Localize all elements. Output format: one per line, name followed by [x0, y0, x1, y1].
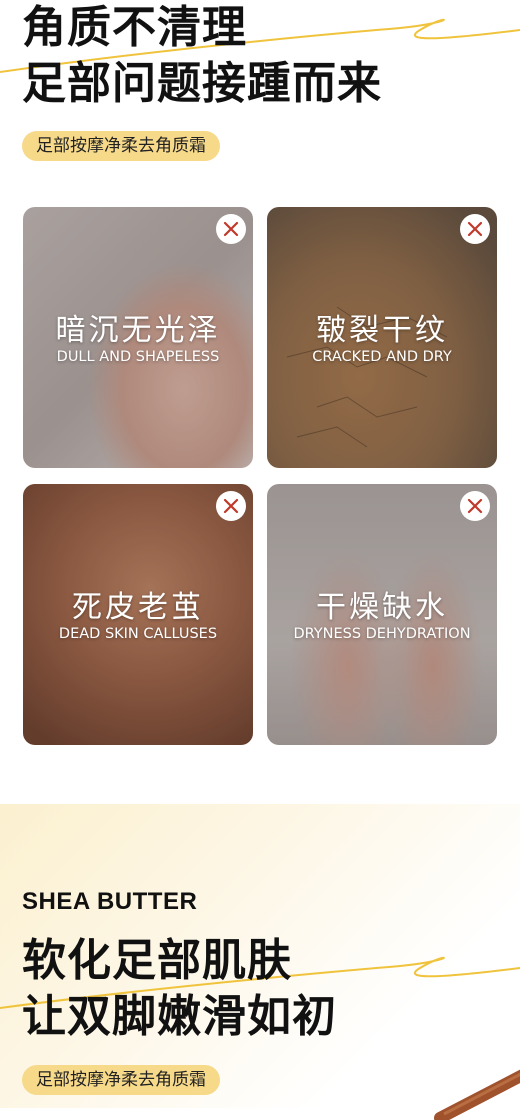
close-x-icon: [460, 214, 490, 244]
headline-line2: 让双脚嫩滑如初: [22, 991, 337, 1042]
problem-card-dryness: 干燥缺水 DRYNESS DEHYDRATION: [267, 484, 497, 745]
card-title-cn: 死皮老茧: [72, 590, 204, 625]
problem-card-cracked: 皲裂干纹 CRACKED AND DRY: [267, 207, 497, 468]
product-tag: 足部按摩净柔去角质霜: [22, 131, 220, 161]
section1-headline: 角质不清理 足部问题接踵而来: [22, 0, 382, 112]
card-title-cn: 皲裂干纹: [316, 313, 448, 348]
card-title-en: CRACKED AND DRY: [312, 349, 452, 365]
card-title-en: DEAD SKIN CALLUSES: [58, 626, 218, 642]
card-title-en: DULL AND SHAPELESS: [56, 349, 220, 365]
wooden-stick-image: [434, 1069, 520, 1120]
close-x-icon: [460, 491, 490, 521]
section2-headline: 软化足部肌肤 让双脚嫩滑如初: [22, 933, 337, 1045]
headline-line1: 角质不清理: [22, 2, 247, 53]
problem-card-dull: 暗沉无光泽 DULL AND SHAPELESS: [23, 207, 253, 468]
close-x-icon: [216, 214, 246, 244]
card-title-en: DRYNESS DEHYDRATION: [293, 626, 471, 642]
headline-line2: 足部问题接踵而来: [22, 58, 382, 109]
headline-line1: 软化足部肌肤: [22, 935, 292, 986]
section2-label: SHEA BUTTER: [22, 888, 198, 915]
close-x-icon: [216, 491, 246, 521]
card-title-cn: 暗沉无光泽: [55, 313, 221, 348]
product-tag: 足部按摩净柔去角质霜: [22, 1065, 220, 1095]
card-title-cn: 干燥缺水: [316, 590, 448, 625]
problem-card-calluses: 死皮老茧 DEAD SKIN CALLUSES: [23, 484, 253, 745]
